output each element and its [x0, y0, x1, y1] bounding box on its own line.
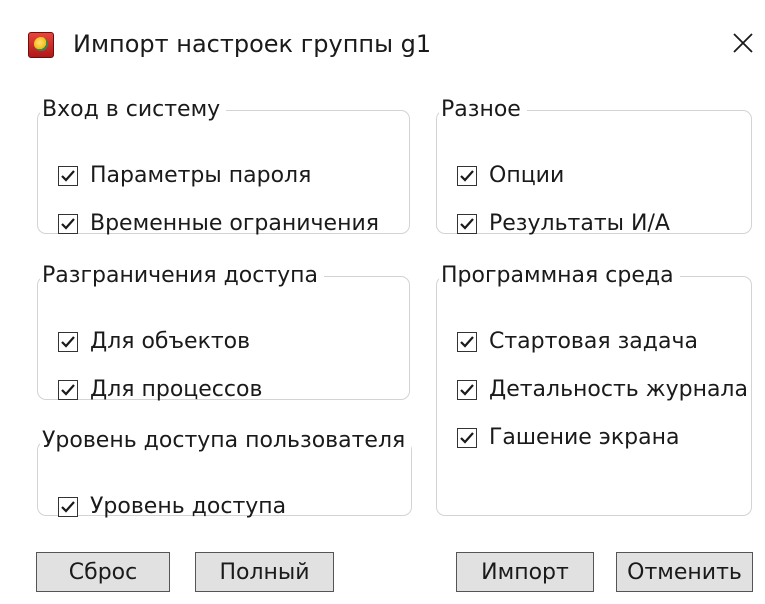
full-button[interactable]: Полный: [195, 552, 334, 592]
app-icon: [28, 32, 54, 58]
close-button[interactable]: [722, 22, 764, 64]
checkbox-label: Детальность журнала: [489, 377, 748, 402]
check-icon: [61, 218, 75, 230]
import-settings-dialog: Импорт настроек группы g1 Вход в систему…: [0, 0, 765, 604]
check-icon: [61, 384, 75, 396]
checkbox-box[interactable]: [58, 332, 78, 352]
check-icon: [61, 501, 75, 513]
checkbox-log-detail[interactable]: Детальность журнала: [457, 375, 748, 405]
group-login-title: Вход в систему: [42, 97, 221, 122]
checkbox-box[interactable]: [58, 214, 78, 234]
group-user-access-level: Уровень доступа пользователя Уровень дос…: [37, 428, 413, 519]
checkbox-label: Стартовая задача: [489, 329, 698, 354]
reset-button[interactable]: Сброс: [36, 552, 170, 592]
close-icon: [733, 33, 753, 53]
checkbox-label: Уровень доступа: [90, 494, 287, 519]
checkbox-label: Для объектов: [90, 329, 251, 354]
checkbox-box[interactable]: [457, 380, 477, 400]
group-software-environment: Программная среда Стартовая задача Детал…: [436, 263, 752, 516]
group-access-control: Разграничения доступа Для объектов Для п…: [37, 263, 410, 402]
checkbox-box[interactable]: [457, 428, 477, 448]
group-misc-title: Разное: [441, 97, 521, 122]
check-icon: [61, 336, 75, 348]
title-bar: Импорт настроек группы g1: [0, 0, 765, 86]
checkbox-ia-results[interactable]: Результаты И/А: [457, 209, 670, 239]
checkbox-label: Временные ограничения: [90, 211, 379, 236]
checkbox-box[interactable]: [457, 166, 477, 186]
check-icon: [460, 384, 474, 396]
checkbox-access-level[interactable]: Уровень доступа: [58, 492, 286, 522]
check-icon: [460, 336, 474, 348]
group-software-environment-title: Программная среда: [441, 263, 674, 288]
check-icon: [460, 218, 474, 230]
checkbox-for-objects[interactable]: Для объектов: [58, 327, 250, 357]
group-misc: Разное Опции Результаты И/А: [436, 97, 752, 236]
checkbox-box[interactable]: [58, 497, 78, 517]
checkbox-label: Для процессов: [90, 377, 263, 402]
checkbox-startup-task[interactable]: Стартовая задача: [457, 327, 698, 357]
checkbox-box[interactable]: [58, 380, 78, 400]
check-icon: [460, 432, 474, 444]
checkbox-password-params[interactable]: Параметры пароля: [58, 161, 311, 191]
checkbox-label: Гашение экрана: [489, 425, 680, 450]
group-access-control-title: Разграничения доступа: [42, 263, 319, 288]
checkbox-label: Результаты И/А: [489, 211, 670, 236]
checkbox-options[interactable]: Опции: [457, 161, 564, 191]
cancel-button[interactable]: Отменить: [616, 552, 753, 592]
checkbox-label: Параметры пароля: [90, 163, 312, 188]
checkbox-screen-blanking[interactable]: Гашение экрана: [457, 423, 679, 453]
group-user-access-level-title: Уровень доступа пользователя: [42, 428, 406, 453]
checkbox-box[interactable]: [58, 166, 78, 186]
dialog-title: Импорт настроек группы g1: [73, 30, 432, 58]
checkbox-label: Опции: [489, 163, 565, 188]
group-login: Вход в систему Параметры пароля Временны…: [37, 97, 410, 236]
check-icon: [460, 170, 474, 182]
checkbox-time-restrictions[interactable]: Временные ограничения: [58, 209, 379, 239]
checkbox-box[interactable]: [457, 214, 477, 234]
checkbox-box[interactable]: [457, 332, 477, 352]
check-icon: [61, 170, 75, 182]
checkbox-for-processes[interactable]: Для процессов: [58, 375, 262, 405]
import-button[interactable]: Импорт: [456, 552, 594, 592]
